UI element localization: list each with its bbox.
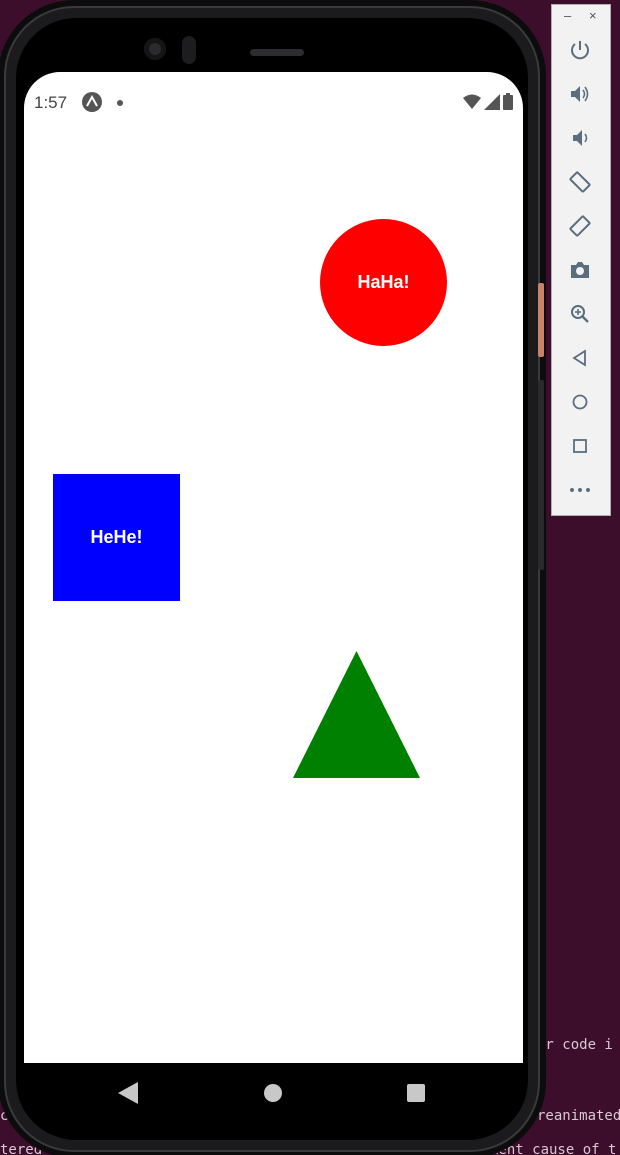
power-button[interactable] <box>566 36 594 64</box>
expo-icon <box>82 92 102 112</box>
overview-icon <box>573 439 587 453</box>
toolbar-window-controls: – × <box>552 8 610 26</box>
cell-signal-icon <box>484 93 500 110</box>
volume-down-button[interactable] <box>566 124 594 152</box>
earpiece-speaker <box>250 49 304 56</box>
notification-dot-icon <box>117 100 123 106</box>
nav-home-icon[interactable] <box>264 1084 282 1102</box>
rotate-right-icon <box>569 215 591 237</box>
blue-square[interactable]: HeHe! <box>53 474 180 601</box>
terminal-text: tered <box>0 1142 43 1155</box>
android-nav-bar <box>24 1063 523 1123</box>
rotate-left-icon <box>569 171 591 193</box>
close-button[interactable]: × <box>589 8 597 23</box>
rotate-right-button[interactable] <box>566 212 594 240</box>
back-button[interactable] <box>566 344 594 372</box>
zoom-icon <box>571 305 589 323</box>
volume-down-icon <box>573 130 588 146</box>
power-icon <box>571 41 589 60</box>
phone-side-button <box>538 283 544 357</box>
minimize-button[interactable]: – <box>564 8 571 23</box>
status-bar: 1:57 <box>24 90 523 116</box>
screenshot-button[interactable] <box>566 256 594 284</box>
zoom-button[interactable] <box>566 300 594 328</box>
terminal-text: reanimated <box>537 1108 620 1124</box>
more-icon <box>570 488 590 492</box>
emulator-toolbar: – × <box>551 4 611 516</box>
home-icon <box>572 394 588 410</box>
terminal-text: ur code i <box>537 1037 613 1053</box>
device-screen[interactable]: 1:57 HaHa! HeHe! <box>24 72 523 1063</box>
green-triangle[interactable] <box>293 651 420 778</box>
square-label: HeHe! <box>90 527 143 547</box>
terminal-text: ment cause of t <box>490 1142 617 1155</box>
volume-up-icon <box>571 86 589 102</box>
proximity-sensor <box>182 36 196 64</box>
camera-icon <box>571 262 589 278</box>
status-icons <box>463 93 513 110</box>
home-button[interactable] <box>566 388 594 416</box>
status-time: 1:57 <box>34 93 68 112</box>
volume-up-button[interactable] <box>566 80 594 108</box>
overview-button[interactable] <box>566 432 594 460</box>
more-button[interactable] <box>566 476 594 504</box>
nav-recents-icon[interactable] <box>407 1084 425 1102</box>
wifi-icon <box>463 94 481 109</box>
circle-label: HaHa! <box>357 272 410 292</box>
red-circle[interactable]: HaHa! <box>320 219 447 346</box>
rotate-left-button[interactable] <box>566 168 594 196</box>
nav-back-icon[interactable] <box>118 1082 138 1104</box>
back-icon <box>572 349 586 367</box>
battery-icon <box>503 93 513 110</box>
phone-side-button <box>538 380 544 570</box>
front-camera <box>144 38 166 60</box>
